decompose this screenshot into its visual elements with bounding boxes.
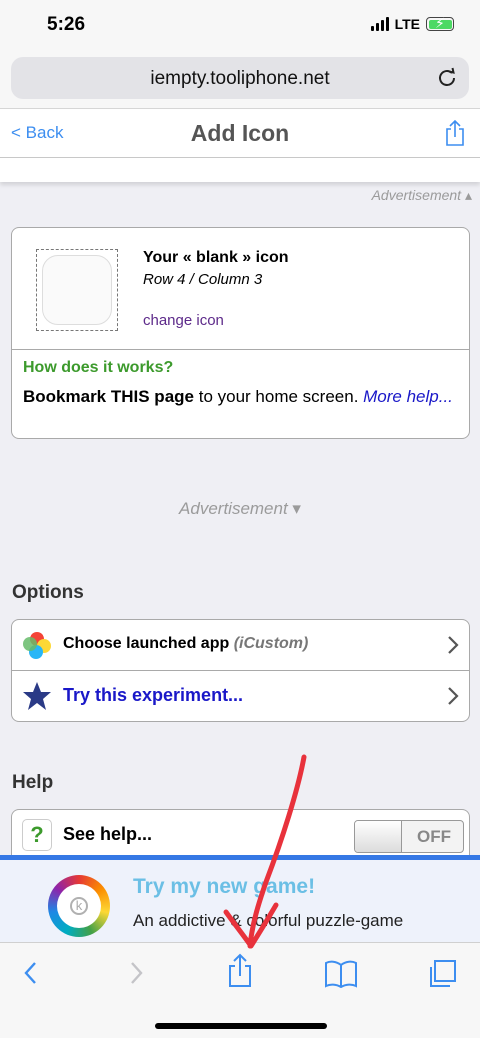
see-help-label: See help... [63,824,153,844]
more-help-link[interactable]: More help... [363,387,453,406]
choose-launched-app-row[interactable]: Choose launched app (iCustom) [12,620,469,672]
promo-banner[interactable]: k Try my new game! An addictive & colorf… [0,855,480,942]
page-title: Add Icon [190,120,290,146]
choose-app-sub: (iCustom) [233,635,309,652]
options-list: Choose launched app (iCustom) Try this e… [11,619,470,722]
icon-card: Your « blank » icon Row 4 / Column 3 cha… [11,227,470,439]
divider [12,349,469,350]
forward-icon [131,962,143,984]
try-experiment-label: Try this experiment... [63,685,244,705]
how-it-works-heading: How does it works? [23,359,174,376]
star-icon [23,682,51,710]
reload-icon[interactable] [435,66,459,90]
chevron-right-icon [448,636,459,654]
promo-subtitle: An addictive & colorful puzzle-game [133,911,404,930]
change-icon-link[interactable]: change icon [143,312,224,329]
toggle-knob [355,821,402,852]
signal-icon [370,17,389,31]
blank-icon-preview[interactable] [36,249,118,331]
url-text: iempty.tooliphone.net [150,68,330,89]
advertisement-label-middle: Advertisement ▾ [179,499,301,518]
browser-address-area: iempty.tooliphone.net [0,52,480,108]
clock: 5:26 [47,14,86,35]
icon-title: Your « blank » icon [143,249,289,266]
instruction-text: Bookmark THIS page to your home screen. … [23,385,463,409]
promo-title: Try my new game! [133,875,316,898]
toggle-state: OFF [417,827,451,846]
home-indicator [155,1023,327,1029]
help-toggle[interactable]: OFF [354,820,464,853]
back-icon[interactable] [20,958,42,988]
icon-position: Row 4 / Column 3 [143,271,263,288]
address-bar[interactable]: iempty.tooliphone.net [11,57,469,99]
tabs-icon[interactable] [426,958,458,990]
share-icon[interactable] [444,119,466,147]
chevron-right-icon [448,687,459,705]
status-indicators: LTE ⚡ [370,15,454,32]
bookmarks-icon[interactable] [324,960,358,988]
battery-icon: ⚡ [426,15,454,31]
browser-toolbar [0,942,480,1038]
try-experiment-row[interactable]: Try this experiment... [12,671,469,723]
nav-shadow-strip [0,158,480,182]
network-type: LTE [394,16,420,32]
question-icon: ? [22,819,52,851]
choose-app-label: Choose launched app (iCustom) [63,635,309,652]
colorful-circles-icon [23,632,51,659]
share-icon[interactable] [227,953,253,989]
instruction-bold: Bookmark THIS page [23,387,194,406]
options-heading: Options [12,582,84,603]
advertisement-label: Advertisement ▴ [371,187,472,203]
game-logo-icon: k [48,875,110,937]
instruction-rest: to your home screen. [194,387,364,406]
navigation-bar: < Back Add Icon [0,108,480,158]
status-bar: 5:26 LTE ⚡ [0,0,480,52]
help-heading: Help [12,772,54,793]
